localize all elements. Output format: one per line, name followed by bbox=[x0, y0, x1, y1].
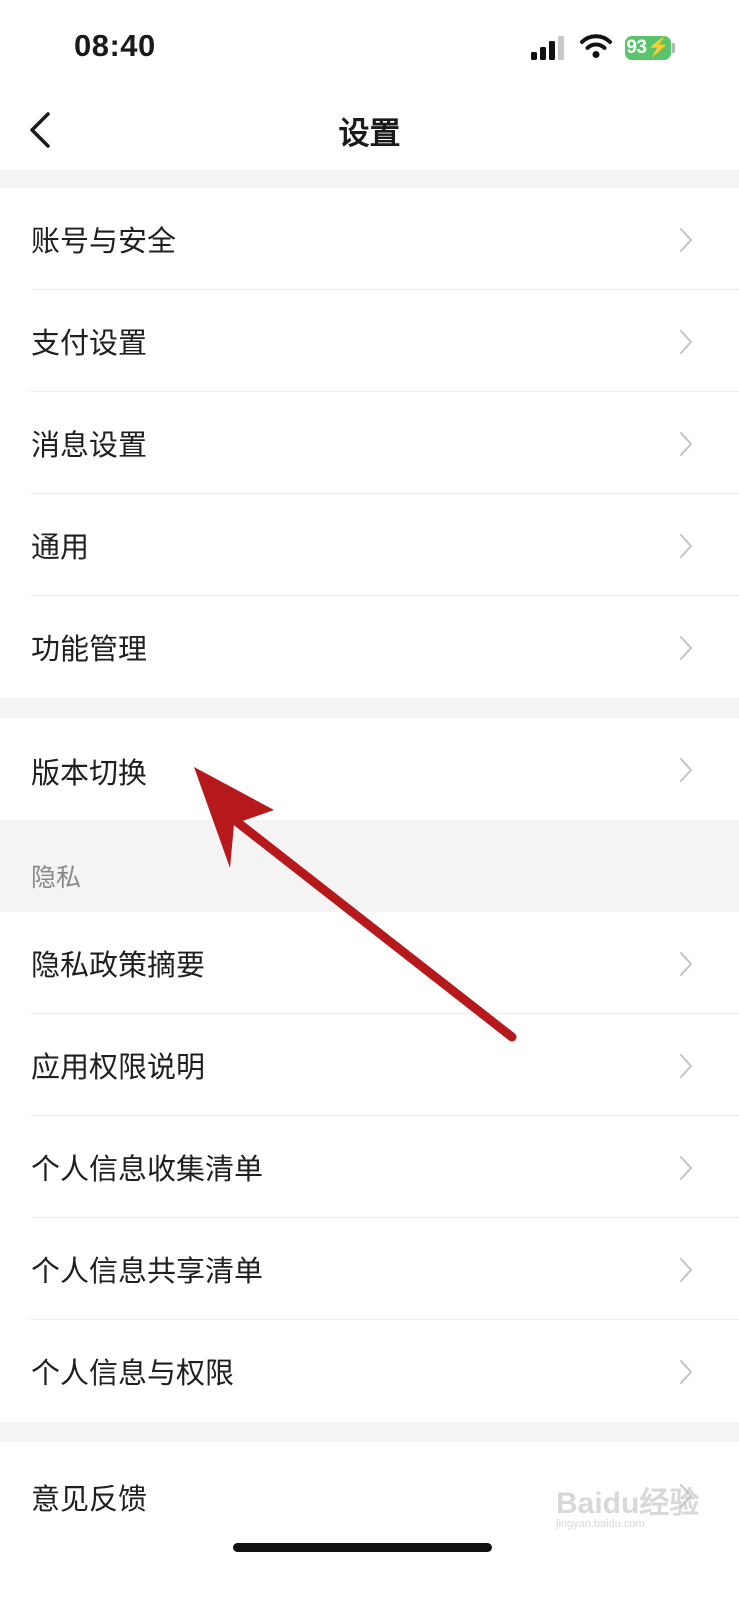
wifi-icon bbox=[580, 34, 612, 58]
settings-item-label: 应用权限说明 bbox=[31, 1050, 206, 1084]
cellular-signal-icon bbox=[531, 36, 564, 60]
settings-item-info-sharing-list[interactable]: 个人信息共享清单 bbox=[0, 1218, 739, 1320]
settings-item-label: 支付设置 bbox=[31, 326, 148, 360]
chevron-right-icon bbox=[680, 636, 692, 660]
settings-item-label: 意见反馈 bbox=[31, 1482, 148, 1516]
chevron-right-icon bbox=[680, 952, 692, 976]
settings-item-label: 版本切换 bbox=[31, 756, 148, 790]
page-title: 设置 bbox=[338, 116, 401, 152]
chevron-right-icon bbox=[680, 432, 692, 456]
settings-item-label: 消息设置 bbox=[31, 428, 148, 462]
settings-item-label: 账号与安全 bbox=[31, 224, 177, 258]
chevron-right-icon bbox=[680, 1054, 692, 1078]
settings-group-privacy: 隐私政策摘要 应用权限说明 个人信息收集清单 个人信息共享清单 个人信息与权限 bbox=[0, 912, 739, 1422]
chevron-right-icon bbox=[680, 330, 692, 354]
settings-group-main: 账号与安全 支付设置 消息设置 通用 功能管理 bbox=[0, 188, 739, 698]
battery-tip bbox=[672, 43, 675, 53]
battery-level: 93 bbox=[626, 37, 647, 58]
status-time: 08:40 bbox=[74, 28, 156, 63]
baidu-watermark: Baidu经验 jingyan.baidu.com bbox=[556, 1478, 700, 1530]
settings-item-app-permissions[interactable]: 应用权限说明 bbox=[0, 1014, 739, 1116]
settings-item-payment[interactable]: 支付设置 bbox=[0, 290, 739, 392]
chevron-right-icon bbox=[680, 228, 692, 252]
nav-bar: 设置 bbox=[0, 90, 739, 170]
settings-item-info-and-permissions[interactable]: 个人信息与权限 bbox=[0, 1320, 739, 1422]
settings-item-version-switch[interactable]: 版本切换 bbox=[0, 718, 739, 820]
settings-item-label: 个人信息与权限 bbox=[31, 1356, 235, 1390]
settings-item-label: 个人信息收集清单 bbox=[31, 1152, 264, 1186]
settings-item-label: 个人信息共享清单 bbox=[31, 1254, 264, 1288]
chevron-right-icon bbox=[680, 1156, 692, 1180]
settings-item-privacy-summary[interactable]: 隐私政策摘要 bbox=[0, 912, 739, 1014]
chevron-right-icon bbox=[680, 1360, 692, 1384]
watermark-text: Baidu经验 bbox=[556, 1487, 700, 1520]
status-bar: 08:40 93⚡ bbox=[0, 0, 739, 90]
section-header-label: 隐私 bbox=[31, 863, 82, 892]
home-indicator bbox=[233, 1543, 492, 1552]
chevron-right-icon bbox=[680, 534, 692, 558]
settings-item-account-security[interactable]: 账号与安全 bbox=[0, 188, 739, 290]
battery-icon: 93⚡ bbox=[625, 36, 671, 60]
chevron-right-icon bbox=[680, 1258, 692, 1282]
settings-item-info-collection-list[interactable]: 个人信息收集清单 bbox=[0, 1116, 739, 1218]
settings-item-label: 隐私政策摘要 bbox=[31, 948, 206, 982]
watermark-subtext: jingyan.baidu.com bbox=[556, 1518, 645, 1530]
chevron-right-icon bbox=[680, 758, 692, 782]
settings-item-messages[interactable]: 消息设置 bbox=[0, 392, 739, 494]
settings-item-label: 功能管理 bbox=[31, 632, 148, 666]
settings-item-label: 通用 bbox=[31, 530, 90, 564]
charging-bolt-icon: ⚡ bbox=[646, 37, 670, 58]
settings-group-version: 版本切换 bbox=[0, 718, 739, 820]
settings-item-feature-management[interactable]: 功能管理 bbox=[0, 596, 739, 698]
section-header-privacy: 隐私 bbox=[0, 820, 739, 912]
settings-item-general[interactable]: 通用 bbox=[0, 494, 739, 596]
